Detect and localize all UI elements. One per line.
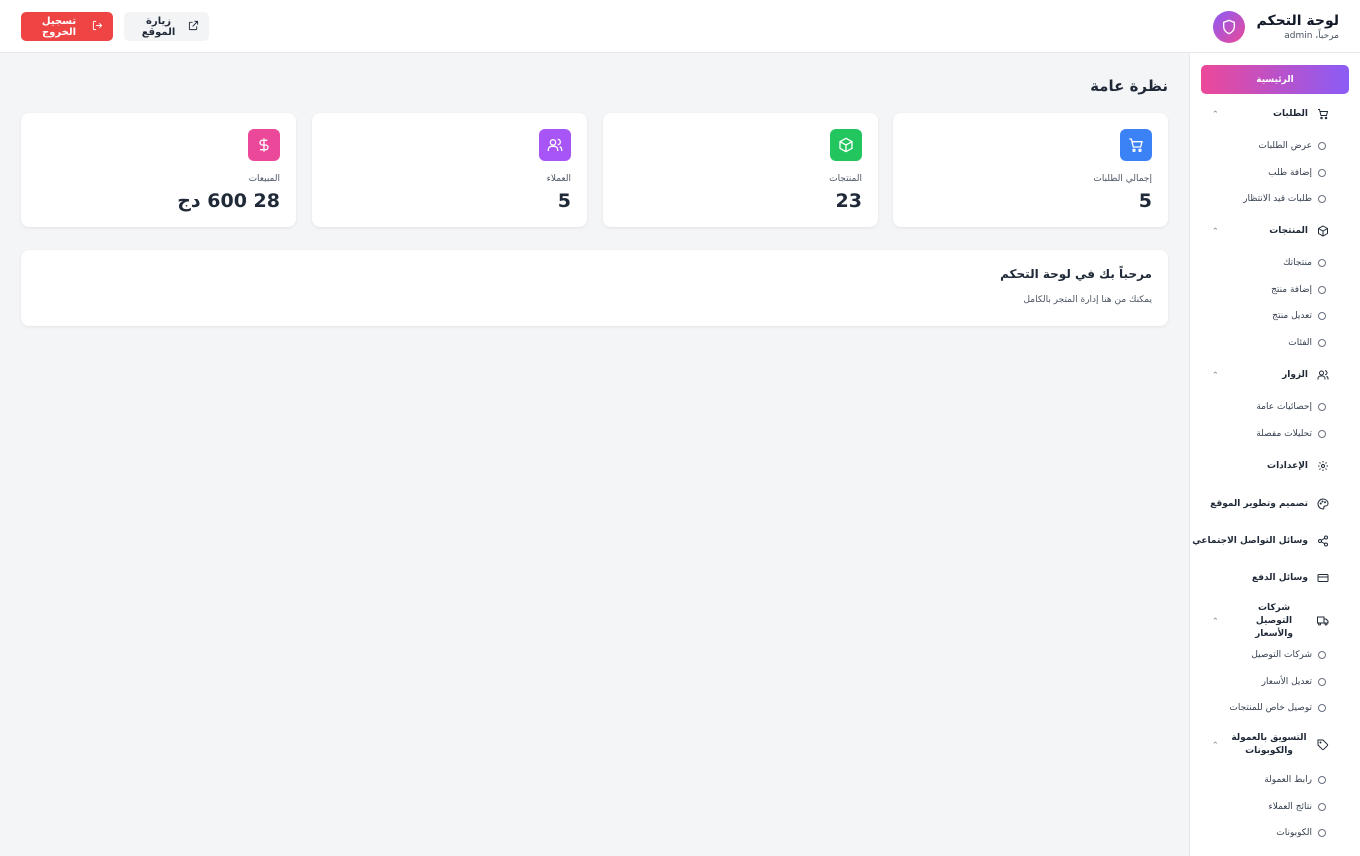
circle-icon <box>1318 312 1326 320</box>
stat-value: 5 <box>557 190 571 212</box>
gear-icon <box>1317 460 1329 472</box>
dollar-icon <box>248 129 280 161</box>
cart-icon <box>1120 129 1152 161</box>
sidebar: الرئيسية الطلبات ⌃ عرض الطلبات إضافة طلب… <box>1189 53 1360 856</box>
stat-value: 28 600 دج <box>177 190 280 212</box>
users-icon <box>539 129 571 161</box>
sidebar-section-orders[interactable]: الطلبات ⌃ <box>1190 102 1360 126</box>
sidebar-item-your-products[interactable]: منتجاتك <box>1190 254 1360 272</box>
stat-card-products: المنتجات 23 <box>603 113 878 227</box>
welcome-title: مرحباً بك في لوحة التحكم <box>1000 267 1152 281</box>
sidebar-item-settings[interactable]: الإعدادات <box>1190 454 1360 478</box>
tag-icon <box>1317 739 1329 751</box>
stat-value: 5 <box>1138 190 1152 212</box>
circle-icon <box>1318 339 1326 347</box>
stat-card-orders: إجمالي الطلبات 5 <box>893 113 1168 227</box>
chevron-up-icon: ⌃ <box>1212 616 1219 626</box>
sidebar-item-categories[interactable]: الفئات <box>1190 334 1360 352</box>
circle-icon <box>1318 776 1326 784</box>
sidebar-item-edit-prices[interactable]: تعديل الأسعار <box>1190 673 1360 691</box>
circle-icon <box>1318 259 1326 267</box>
page-title: نظرة عامة <box>1090 77 1168 95</box>
welcome-card: مرحباً بك في لوحة التحكم يمكنك من هنا إد… <box>21 250 1168 326</box>
sidebar-item-view-orders[interactable]: عرض الطلبات <box>1190 137 1360 155</box>
stat-label: المبيعات <box>248 174 280 184</box>
circle-icon <box>1318 829 1326 837</box>
credit-card-icon <box>1317 572 1329 584</box>
sidebar-section-products-label: المنتجات <box>1269 225 1308 236</box>
sidebar-item-pending-orders[interactable]: طلبات قيد الانتظار <box>1190 190 1360 208</box>
stat-label: إجمالي الطلبات <box>1093 174 1152 184</box>
share-icon <box>1317 535 1329 547</box>
circle-icon <box>1318 286 1326 294</box>
visit-site-label: زيارة الموقع <box>141 15 176 38</box>
brand: لوحة التحكم مرحباً، admin <box>1212 11 1339 43</box>
chevron-up-icon: ⌃ <box>1212 109 1219 119</box>
sidebar-section-affiliate-label: التسويق بالعمولة والكوبونات <box>1231 733 1307 756</box>
stat-label: العملاء <box>546 174 571 184</box>
truck-icon <box>1317 615 1329 627</box>
circle-icon <box>1318 403 1326 411</box>
circle-icon <box>1318 142 1326 150</box>
visit-site-button[interactable]: زيارة الموقع <box>124 12 209 41</box>
sidebar-item-general-stats[interactable]: إحصائيات عامة <box>1190 398 1360 416</box>
chevron-up-icon: ⌃ <box>1212 226 1219 236</box>
box-icon <box>1317 225 1329 237</box>
shield-icon <box>1212 11 1245 43</box>
sidebar-item-shipping-companies[interactable]: شركات التوصيل <box>1190 646 1360 664</box>
stat-card-customers: العملاء 5 <box>312 113 587 227</box>
circle-icon <box>1318 803 1326 811</box>
stat-card-sales: المبيعات 28 600 دج <box>21 113 296 227</box>
sidebar-section-shipping-label: شركات التوصيل والأسعار <box>1255 602 1293 639</box>
users-icon <box>1317 369 1329 381</box>
sidebar-item-affiliate-link[interactable]: رابط العمولة <box>1190 771 1360 789</box>
sidebar-item-add-order[interactable]: إضافة طلب <box>1190 164 1360 182</box>
box-icon <box>830 129 862 161</box>
cart-icon <box>1317 108 1329 120</box>
logout-icon <box>92 20 103 34</box>
sidebar-item-payment[interactable]: وسائل الدفع <box>1190 566 1360 590</box>
circle-icon <box>1318 430 1326 438</box>
stat-value: 23 <box>835 190 862 212</box>
stat-label: المنتجات <box>829 174 862 184</box>
sidebar-item-social[interactable]: وسائل التواصل الاجتماعي <box>1190 529 1360 553</box>
sidebar-section-affiliate[interactable]: التسويق بالعمولة والكوبونات ⌃ <box>1190 731 1360 759</box>
chevron-up-icon: ⌃ <box>1212 370 1219 380</box>
welcome-text: يمكنك من هنا إدارة المتجر بالكامل <box>1023 295 1152 305</box>
sidebar-item-coupons[interactable]: الكوبونات <box>1190 824 1360 842</box>
circle-icon <box>1318 651 1326 659</box>
sidebar-section-visitors[interactable]: الزوار ⌃ <box>1190 363 1360 387</box>
circle-icon <box>1318 678 1326 686</box>
sidebar-item-design[interactable]: تصميم وتطوير الموقع <box>1190 492 1360 516</box>
app-title: لوحة التحكم <box>1256 12 1339 29</box>
sidebar-item-client-results[interactable]: نتائج العملاء <box>1190 798 1360 816</box>
logout-button[interactable]: تسجيل الخروج <box>21 12 113 41</box>
circle-icon <box>1318 195 1326 203</box>
user-greeting: مرحباً، admin <box>1284 30 1339 41</box>
top-header: لوحة التحكم مرحباً، admin زيارة الموقع ت… <box>0 0 1360 53</box>
sidebar-section-products[interactable]: المنتجات ⌃ <box>1190 219 1360 243</box>
circle-icon <box>1318 704 1326 712</box>
sidebar-item-detailed-analytics[interactable]: تحليلات مفصلة <box>1190 425 1360 443</box>
chevron-up-icon: ⌃ <box>1212 740 1219 750</box>
sidebar-section-orders-label: الطلبات <box>1272 108 1308 119</box>
external-link-icon <box>188 20 199 34</box>
logout-label: تسجيل الخروج <box>41 15 77 38</box>
palette-icon <box>1317 498 1329 510</box>
sidebar-section-shipping[interactable]: شركات التوصيل والأسعار ⌃ <box>1190 603 1360 639</box>
circle-icon <box>1318 169 1326 177</box>
sidebar-section-visitors-label: الزوار <box>1282 369 1308 380</box>
sidebar-item-special-shipping[interactable]: توصيل خاص للمنتجات <box>1190 699 1360 717</box>
sidebar-item-home[interactable]: الرئيسية <box>1201 65 1349 94</box>
sidebar-item-add-product[interactable]: إضافة منتج <box>1190 281 1360 299</box>
sidebar-item-edit-product[interactable]: تعديل منتج <box>1190 307 1360 325</box>
